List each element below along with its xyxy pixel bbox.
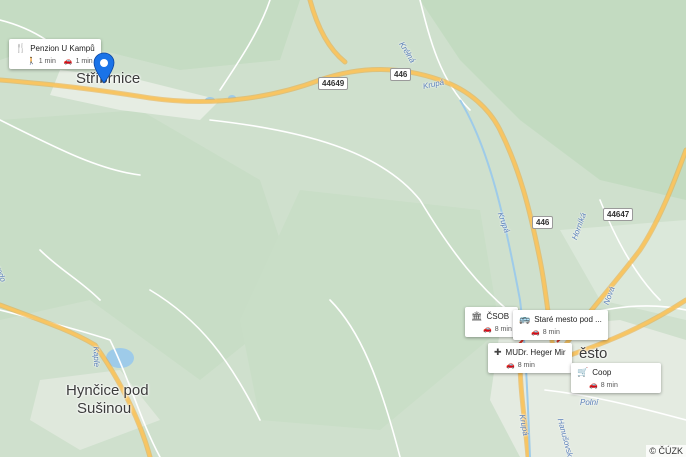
bank-icon: 🏛	[471, 311, 483, 321]
poi-card-coop[interactable]: 🛒 Coop 🚗 8 min	[571, 363, 661, 393]
car-icon: 🚗	[531, 329, 540, 336]
poi-name: ČSOB	[486, 312, 510, 321]
poi-card-csob[interactable]: 🏛 ČSOB 🚗 8 min	[465, 307, 518, 337]
map-attribution[interactable]: © ČÚZK	[646, 445, 686, 457]
poi-drive-time: 8 min	[542, 328, 560, 336]
place-hyncice-line1[interactable]: Hynčice pod	[66, 383, 149, 399]
poi-card-medical[interactable]: ✚ MUDr. Heger Mir 🚗 8 min	[488, 343, 572, 373]
poi-drive-time: 8 min	[517, 361, 535, 369]
road-shield-446: 446	[390, 68, 412, 81]
poi-walk-time: 1 min	[38, 57, 56, 65]
place-hyncice-line2[interactable]: Sušinou	[77, 401, 131, 417]
road-shield-44647: 44647	[603, 208, 634, 221]
poi-card-penzion[interactable]: 🍴 Penzion U Kampů 🚶 1 min 🚗 1 min	[9, 39, 101, 69]
poi-name: Staré mesto pod ...	[534, 315, 602, 324]
road-name-polni: Polní	[580, 398, 599, 407]
poi-drive-time: 1 min	[75, 57, 93, 65]
map-canvas[interactable]: Stříbrnice ěsto Hynčice pod Sušinou 4464…	[0, 0, 686, 457]
poi-drive-time: 8 min	[494, 325, 512, 333]
restaurant-icon: 🍴	[15, 43, 27, 53]
poi-card-bus-stop[interactable]: 🚌 Staré mesto pod ... 🚗 8 min	[513, 310, 608, 340]
cart-icon: 🛒	[577, 367, 589, 377]
car-icon: 🚗	[589, 382, 598, 389]
road-shield-44649: 44649	[318, 77, 349, 90]
poi-drive-time: 8 min	[600, 381, 618, 389]
bus-icon: 🚌	[519, 314, 531, 324]
road-shield-446: 446	[532, 216, 554, 229]
road-name-kaple: Kaple	[91, 346, 102, 368]
walk-icon: 🚶	[27, 58, 36, 65]
place-mesto[interactable]: ěsto	[579, 346, 607, 362]
poi-name: Coop	[592, 368, 612, 377]
location-pin-icon[interactable]	[93, 52, 115, 84]
car-icon: 🚗	[506, 362, 515, 369]
car-icon: 🚗	[483, 326, 492, 333]
poi-name: MUDr. Heger Mir	[505, 348, 566, 357]
car-icon: 🚗	[63, 58, 73, 65]
poi-name: Penzion U Kampů	[30, 44, 95, 53]
medical-icon: ✚	[494, 347, 502, 357]
